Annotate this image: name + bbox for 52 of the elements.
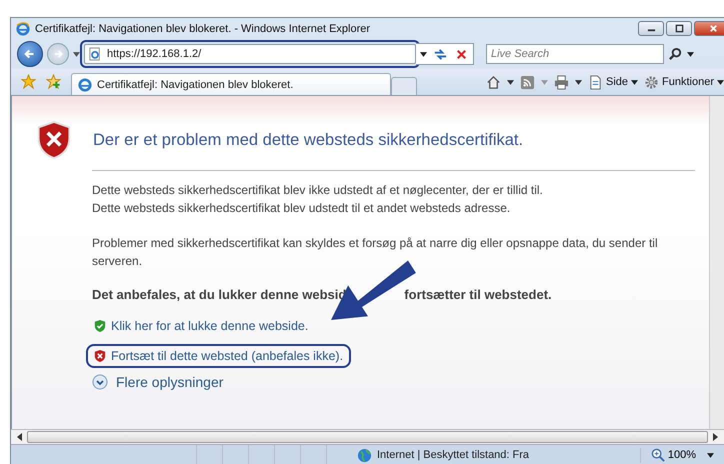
page-menu[interactable]: Side <box>588 74 638 90</box>
feed-icon[interactable] <box>520 74 535 90</box>
caret-icon <box>631 80 638 84</box>
add-favorite-icon[interactable] <box>46 74 61 89</box>
close-icon <box>708 24 718 33</box>
dropdown-arrow-icon[interactable] <box>420 52 427 56</box>
vertical-scrollbar[interactable] <box>709 96 724 429</box>
close-page-link[interactable]: Klik her for at lukke denne webside. <box>86 314 316 338</box>
error-heading: Der er et problem med dette websteds sikkerhedscertifikat. <box>93 130 524 150</box>
maximize-button[interactable] <box>666 21 692 36</box>
minimize-button[interactable] <box>638 21 664 36</box>
right-arrow-icon <box>52 48 64 60</box>
scroll-left-icon[interactable] <box>17 433 23 441</box>
document-icon <box>588 74 603 90</box>
error-shield-icon <box>94 349 106 363</box>
gear-icon <box>644 74 660 90</box>
caret-icon <box>717 80 724 84</box>
window-title: Certifikatfejl: Navigationen blev blokeret. - Windows Internet Explorer <box>35 22 370 34</box>
dropdown-arrow-icon[interactable] <box>574 80 582 84</box>
dropdown-arrow-icon[interactable] <box>687 52 694 56</box>
maximize-icon <box>674 24 684 33</box>
search-icon[interactable] <box>668 46 683 62</box>
search-field[interactable]: Live Search <box>486 44 664 64</box>
browser-tab[interactable]: Certifikatfejl: Navigationen blev blokeret. <box>71 73 391 95</box>
home-icon[interactable] <box>486 74 501 90</box>
globe-icon <box>357 448 372 462</box>
recommendation-text: fortsætter til webstedet. <box>404 287 552 302</box>
star-icon[interactable] <box>21 74 36 89</box>
printer-icon[interactable] <box>554 74 569 90</box>
dropdown-arrow-icon[interactable] <box>707 452 714 458</box>
refresh-icon[interactable] <box>433 46 448 62</box>
error-detail-text: Dette websteds sikkerhedscertifikat blev udstedt til et andet websteds adresse. <box>92 200 512 217</box>
more-info-link[interactable]: Flere oplysninger <box>92 374 224 390</box>
tools-menu[interactable]: Funktioner <box>644 74 724 90</box>
back-button[interactable] <box>17 41 43 67</box>
dropdown-arrow-icon[interactable] <box>506 80 514 84</box>
error-shield-icon <box>36 120 72 160</box>
error-detail-text: Dette websteds sikkerhedscertifikat blev ikke udstedt af et nøglecenter, der er tillid til. <box>92 182 544 199</box>
browser-logo-icon <box>78 78 92 92</box>
warning-text: Problemer med sikkerhedscertifikat kan skyldes et forsøg på at narre dig eller opsnappe data, du sender til serveren. <box>92 235 659 270</box>
scroll-right-icon[interactable] <box>712 433 718 441</box>
scroll-thumb[interactable] <box>27 431 708 443</box>
magnifier-icon <box>650 448 666 462</box>
horizontal-scrollbar[interactable] <box>11 429 724 444</box>
close-button[interactable] <box>694 21 724 36</box>
browser-logo-icon <box>16 22 30 36</box>
page-icon <box>89 47 101 61</box>
zoom-button[interactable]: 100% <box>640 448 702 462</box>
continue-link[interactable]: Fortsæt til dette websted (anbefales ikke). <box>86 344 352 368</box>
expand-icon <box>92 374 108 390</box>
security-zone-text: Internet | Beskyttet tilstand: Fra <box>377 449 530 461</box>
check-shield-icon <box>94 319 106 333</box>
